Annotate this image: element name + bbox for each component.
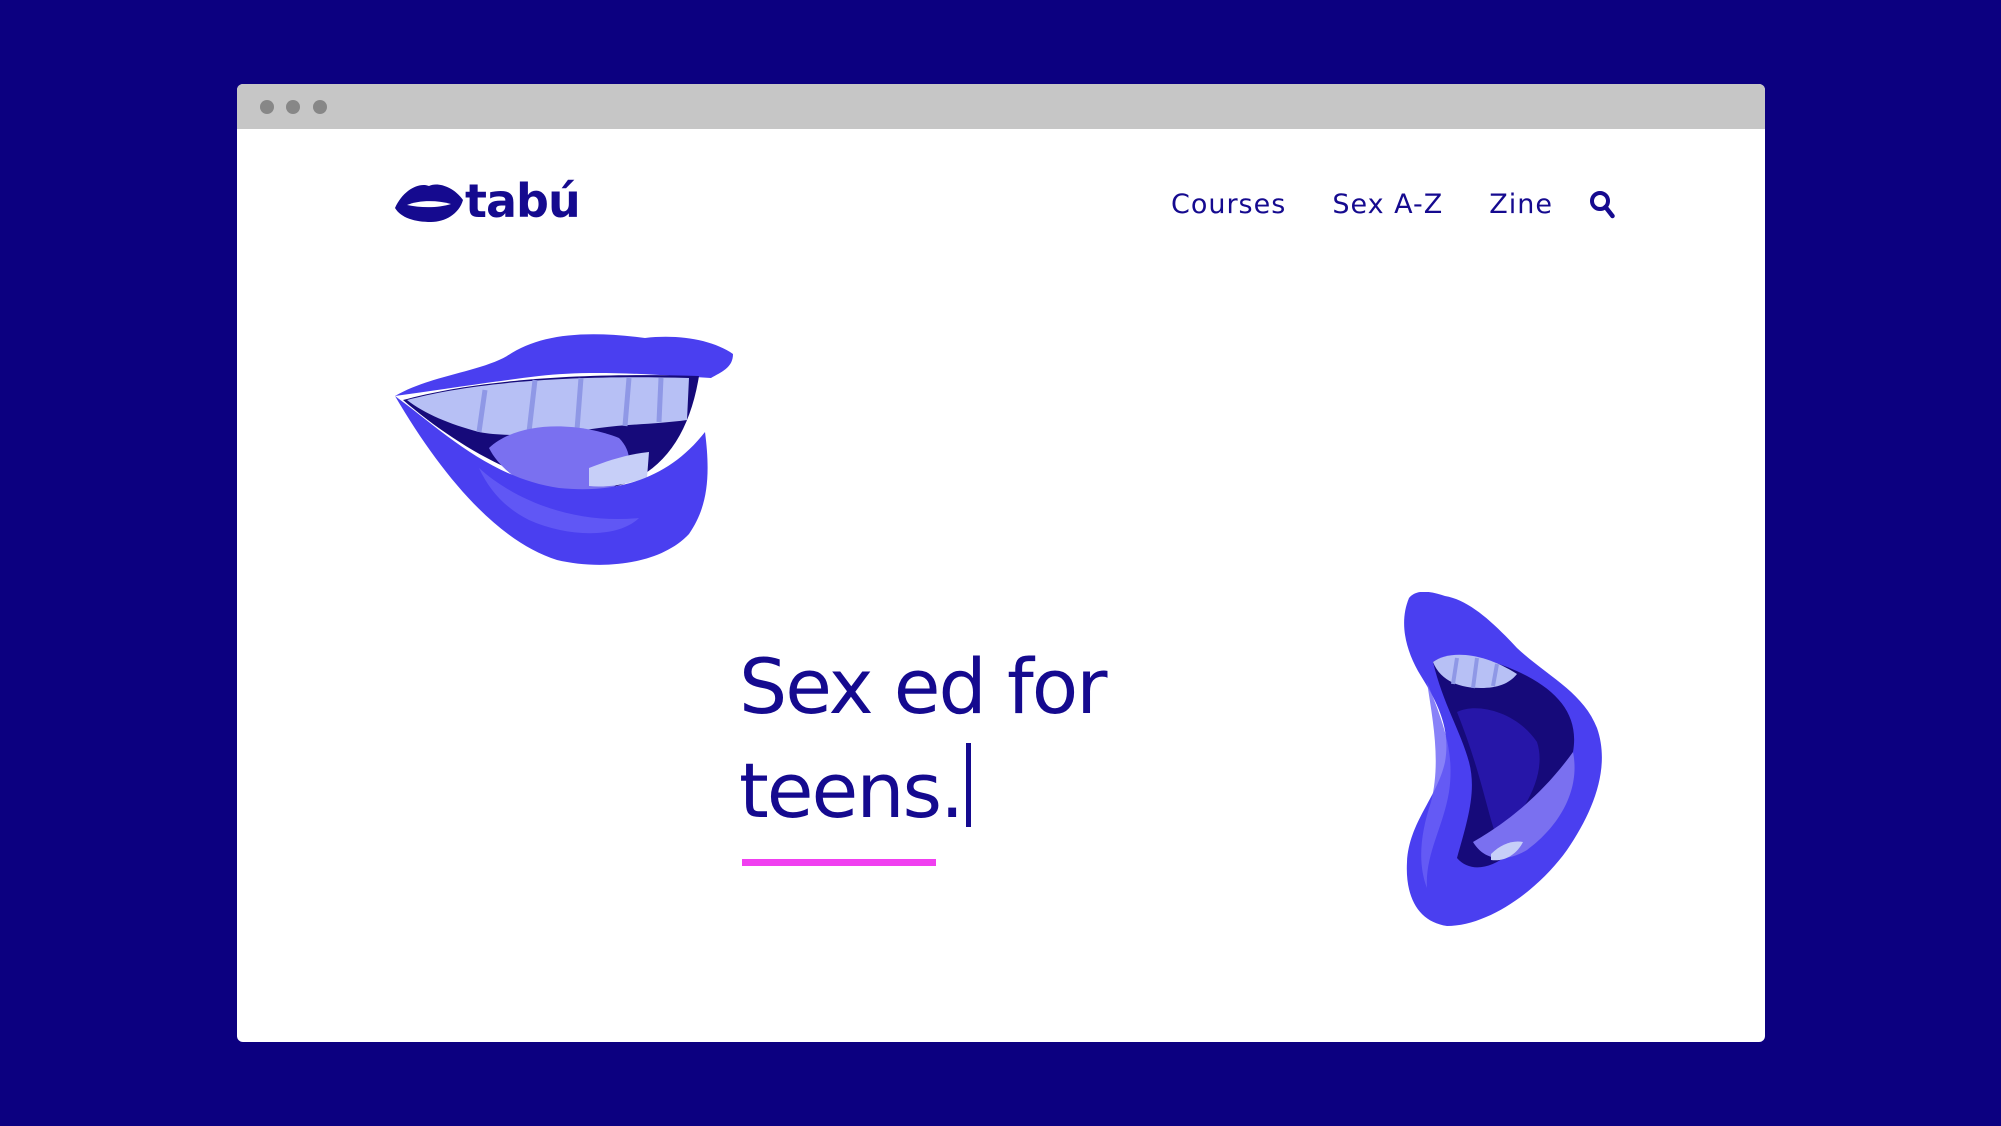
browser-window: tabú Courses Sex A-Z Zine Sex ed for tee… [237, 84, 1765, 1042]
brand-name: tabú [465, 174, 581, 228]
window-dot-close[interactable] [260, 100, 274, 114]
window-dot-minimize[interactable] [286, 100, 300, 114]
hero-accent-underline [742, 859, 936, 866]
nav-item-zine[interactable]: Zine [1489, 189, 1553, 220]
window-dot-maximize[interactable] [313, 100, 327, 114]
hero-line-2-text: teens. [739, 746, 964, 835]
lips-illustration-right [1404, 592, 1602, 926]
search-icon[interactable] [1589, 190, 1615, 220]
hero-line-2: teens. [739, 739, 1105, 843]
brand-logo[interactable]: tabú [393, 174, 581, 228]
browser-titlebar [237, 84, 1765, 129]
hero-heading: Sex ed for teens. [739, 635, 1107, 866]
hero-line-1: Sex ed for [739, 642, 1107, 731]
top-nav: Courses Sex A-Z Zine [1125, 189, 1615, 220]
text-caret [966, 743, 972, 827]
lips-illustration-top [395, 334, 733, 565]
nav-item-sex-a-z[interactable]: Sex A-Z [1332, 189, 1443, 220]
nav-item-courses[interactable]: Courses [1171, 189, 1286, 220]
lips-logo-icon [395, 184, 463, 222]
